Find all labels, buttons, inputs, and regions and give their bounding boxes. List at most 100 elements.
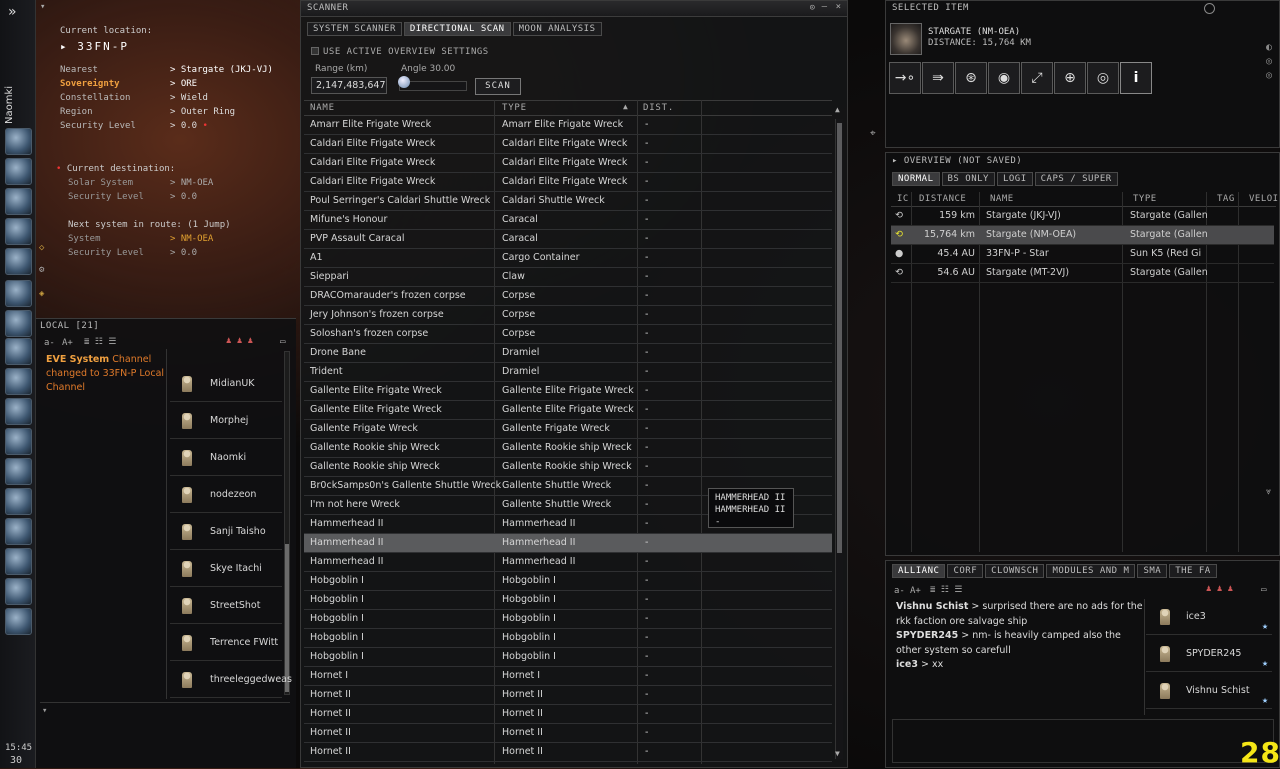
chat-settings-icon[interactable]: ▭ — [1261, 585, 1266, 595]
music-icon[interactable] — [5, 548, 32, 575]
overview-row[interactable]: ● 45.4 AU 33FN-P - Star Sun K5 (Red Gi — [891, 245, 1274, 264]
local-member[interactable]: Morphej — [170, 403, 282, 439]
character-sheet-icon[interactable] — [5, 128, 32, 155]
col-distance-header[interactable]: DISTANCE — [919, 192, 966, 207]
col-velocity-header[interactable]: VELOI — [1249, 192, 1279, 207]
scan-result-row[interactable]: Jery Johnson's frozen corpse Corpse - — [304, 306, 832, 325]
journal-icon[interactable] — [5, 310, 32, 337]
chat-font-increase[interactable]: A+ — [910, 586, 921, 596]
market-icon[interactable] — [5, 398, 32, 425]
look-at-icon[interactable]: ◎ — [1087, 62, 1119, 94]
keep-range-icon[interactable]: ⤢ — [1021, 62, 1053, 94]
scan-result-row[interactable]: Hammerhead II Hammerhead II - — [304, 534, 832, 553]
scan-result-row[interactable]: Poul Serringer's Caldari Shuttle Wreck Ca… — [304, 192, 832, 211]
tab-logi[interactable]: LOGI — [996, 172, 1033, 186]
fleet-icon[interactable] — [5, 248, 32, 275]
science-icon[interactable] — [5, 368, 32, 395]
local-member[interactable]: Terrence FWitt — [170, 625, 282, 661]
col-icon-header[interactable]: IC — [897, 192, 909, 207]
side-controls-icon[interactable]: ◐ ◎ ◎ — [1266, 41, 1272, 83]
scan-button[interactable]: SCAN — [475, 78, 521, 95]
tab-sma[interactable]: SMA — [1137, 564, 1168, 578]
scan-result-row[interactable]: Soloshan's frozen corpse Corpse - — [304, 325, 832, 344]
scan-result-row[interactable]: Hobgoblin I Hobgoblin I - — [304, 648, 832, 667]
scan-result-row[interactable]: Mifune's Honour Caracal - — [304, 211, 832, 230]
tab-clownsch[interactable]: CLOWNSCH — [985, 564, 1045, 578]
info-icon[interactable]: i — [1120, 62, 1152, 94]
collapse-icon[interactable]: ▾ — [40, 2, 45, 12]
angle-slider-handle[interactable] — [398, 76, 410, 88]
member-scrollbar[interactable] — [284, 351, 290, 695]
tab-alliance[interactable]: ALLIANC — [892, 564, 946, 578]
tab-the-fa[interactable]: THE FA — [1169, 564, 1217, 578]
scan-result-row[interactable]: Gallente Rookie ship Wreck Gallente Rooki… — [304, 439, 832, 458]
mail-icon[interactable] — [5, 188, 32, 215]
constellation-value[interactable]: > Wield — [170, 93, 208, 103]
font-decrease-button[interactable]: a- — [44, 338, 55, 348]
overview-row[interactable]: ⟲ 54.6 AU Stargate (MT-2VJ) Stargate (Galle… — [891, 264, 1274, 283]
expand-icon[interactable]: » — [8, 4, 28, 22]
industry-icon[interactable] — [5, 428, 32, 455]
warp-icon[interactable]: ⇛ — [922, 62, 954, 94]
scan-result-row[interactable]: Gallente Elite Frigate Wreck Gallente Eli… — [304, 382, 832, 401]
member-filter-icon[interactable]: ♟ ♟ ♟ — [226, 336, 253, 346]
browser-icon[interactable] — [5, 488, 32, 515]
approach-icon[interactable]: →∘ — [889, 62, 921, 94]
local-member[interactable]: MidianUK — [170, 366, 282, 402]
tab-caps-super[interactable]: CAPS / SUPER — [1034, 172, 1118, 186]
dest-system-value[interactable]: > NM-OEA — [170, 178, 213, 188]
overview-row[interactable]: ⟲ 159 km Stargate (JKJ-VJ) Stargate (Gallen — [891, 207, 1274, 226]
jump-icon[interactable]: ⊛ — [955, 62, 987, 94]
scan-result-row[interactable]: Gallente Frigate Wreck Gallente Frigate W… — [304, 420, 832, 439]
list-view-icon[interactable]: ≣ ☷ ☰ — [84, 337, 116, 347]
scan-result-row[interactable]: PVP Assault Caracal Caracal - — [304, 230, 832, 249]
nearest-value[interactable]: > Stargate (JKJ-VJ) — [170, 65, 273, 75]
overview-resize-icon[interactable]: ⩔ — [1266, 487, 1271, 497]
scroll-down-icon[interactable]: ▼ — [835, 749, 840, 758]
tab-system-scanner[interactable]: SYSTEM SCANNER — [307, 22, 402, 36]
scroll-up-icon[interactable]: ▲ — [835, 105, 840, 114]
chat-member[interactable]: Vishnu Schist ★ — [1146, 673, 1272, 709]
chat-member[interactable]: SPYDER245 ★ — [1146, 636, 1272, 672]
system-name[interactable]: ▸ 33FN-P — [60, 40, 129, 53]
people-places-icon[interactable] — [5, 158, 32, 185]
font-increase-button[interactable]: A+ — [62, 338, 73, 348]
scan-result-row[interactable]: Hobgoblin I Hobgoblin I - — [304, 629, 832, 648]
col-ovname-header[interactable]: NAME — [990, 192, 1014, 207]
scan-result-row[interactable]: Hornet II Hornet II - — [304, 686, 832, 705]
corporation-icon[interactable] — [5, 338, 32, 365]
overview-title[interactable]: ▸ OVERVIEW (NOT SAVED) — [892, 156, 1022, 166]
scan-result-row[interactable]: DRACOmarauder's frozen corpse Corpse - — [304, 287, 832, 306]
scan-result-row[interactable]: Caldari Elite Frigate Wreck Caldari Elite… — [304, 135, 832, 154]
scan-result-row[interactable]: Hobgoblin I Hobgoblin I - — [304, 610, 832, 629]
results-scrollbar[interactable] — [835, 119, 843, 759]
chat-options-icon[interactable]: ▭ — [280, 337, 285, 347]
scan-result-row[interactable]: Hobgoblin I Hobgoblin I - — [304, 572, 832, 591]
scan-result-row[interactable]: Hornet II Hornet II - — [304, 705, 832, 724]
overview-row[interactable]: ⟲ 15,764 km Stargate (NM-OEA) Stargate (Gal… — [891, 226, 1274, 245]
local-member[interactable]: Skye Itachi — [170, 551, 282, 587]
region-value[interactable]: > Outer Ring — [170, 107, 235, 117]
tab-bs-only[interactable]: BS ONLY — [941, 172, 995, 186]
scan-result-row[interactable]: Drone Bane Dramiel - — [304, 344, 832, 363]
tab-corp[interactable]: CORF — [947, 564, 984, 578]
local-member[interactable]: nodezeon — [170, 477, 282, 513]
scan-result-row[interactable]: Hobgoblin I Hobgoblin I - — [304, 591, 832, 610]
waypoint-icon[interactable]: ◇ — [39, 243, 44, 253]
local-member[interactable]: threeleggedweas — [170, 662, 292, 698]
sovereignty-value[interactable]: > ORE — [170, 79, 197, 89]
pilot-name[interactable]: Naomki — [4, 86, 15, 124]
map-icon[interactable] — [5, 218, 32, 245]
tab-directional-scan[interactable]: DIRECTIONAL SCAN — [403, 22, 511, 36]
stargate-thumbnail[interactable] — [890, 23, 922, 55]
next-system-value[interactable]: > NM-OEA — [170, 234, 213, 244]
orbit-icon[interactable]: ◉ — [988, 62, 1020, 94]
local-member[interactable]: Naomki — [170, 440, 282, 476]
chat-member-filter-icon[interactable]: ♟ ♟ ♟ — [1206, 584, 1233, 594]
scanner-minimize-icon[interactable]: – — [822, 2, 827, 12]
scan-result-row[interactable]: Hammerhead II Hammerhead II - — [304, 553, 832, 572]
scan-result-row[interactable]: Hornet II Hornet II - — [304, 743, 832, 762]
use-overview-checkbox[interactable] — [311, 47, 319, 55]
scanner-options-icon[interactable]: ⊙ — [810, 3, 815, 13]
chat-member[interactable]: ice3 ★ — [1146, 599, 1272, 635]
